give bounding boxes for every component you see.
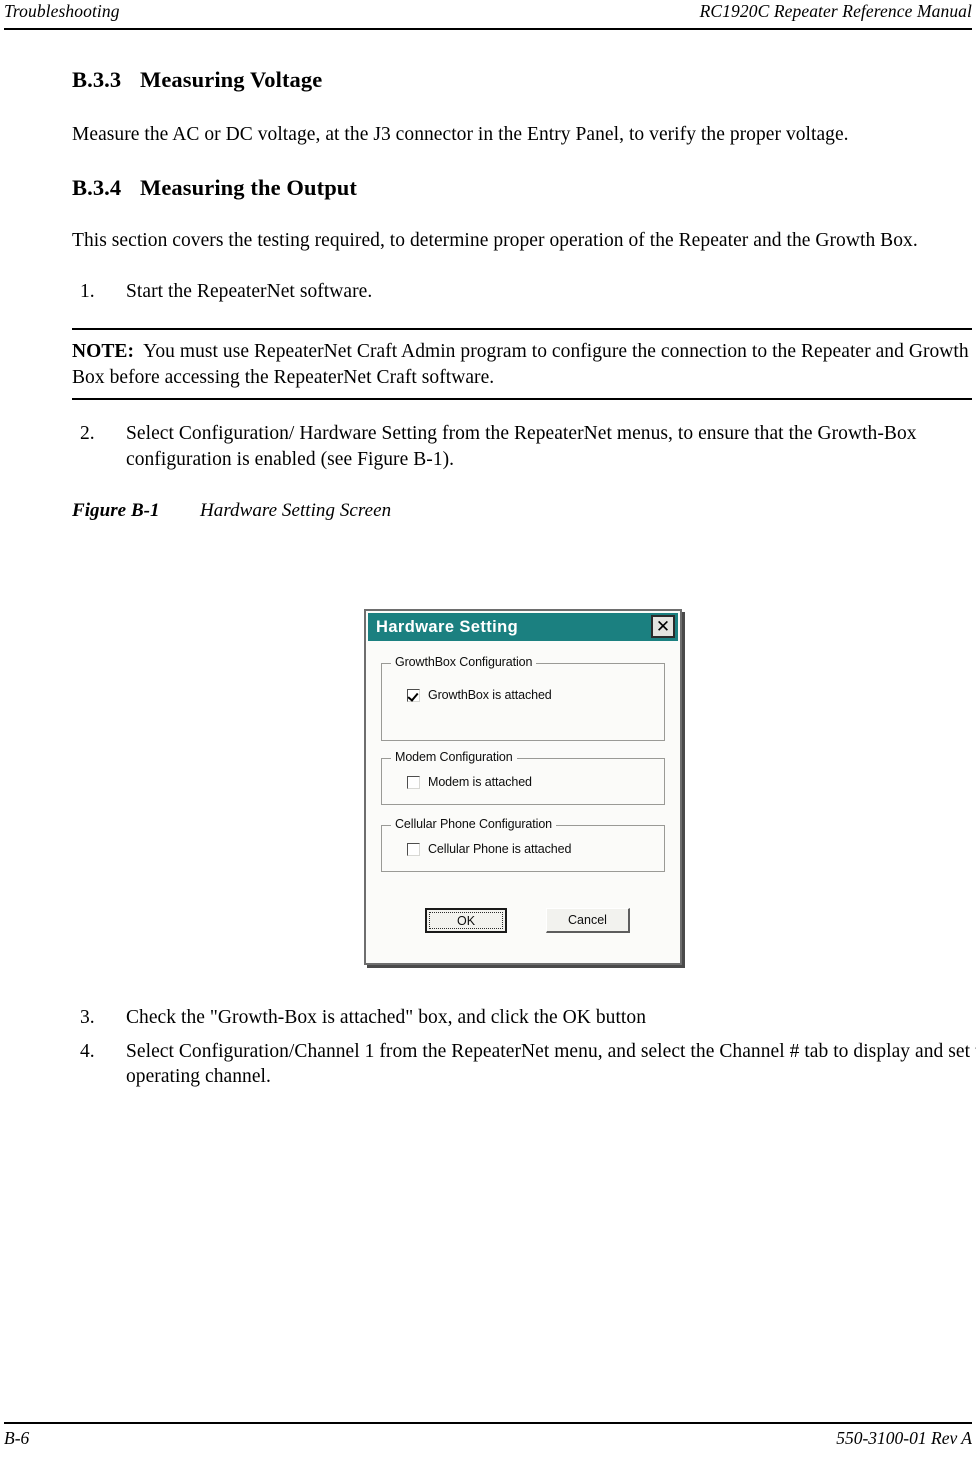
step-text-4: Select Configuration/Channel 1 from the … [126, 1040, 976, 1088]
ok-button[interactable]: OK [425, 908, 507, 933]
checkbox-row-growthbox[interactable]: GrowthBox is attached [407, 688, 552, 702]
checkbox-row-cellular[interactable]: Cellular Phone is attached [407, 842, 571, 856]
hardware-setting-dialog: Hardware Setting ✕ GrowthBox Configurati… [364, 609, 682, 965]
footer-rule [4, 1422, 972, 1424]
footer-document-number: 550-3100-01 Rev A [836, 1428, 972, 1448]
dialog-body: GrowthBox Configuration GrowthBox is att… [368, 643, 678, 963]
step-number-4: 4. [80, 1040, 95, 1062]
checkbox-label-growthbox: GrowthBox is attached [428, 688, 552, 702]
section-number-b33: B.3.3 [72, 67, 122, 92]
figure-number: Figure B-1 [72, 500, 160, 522]
cancel-button[interactable]: Cancel [546, 908, 630, 933]
figure-caption: Figure B-1 Hardware Setting Screen [72, 500, 972, 522]
list-item-step-2: 2. Select Configuration/ Hardware Setting… [72, 421, 976, 472]
groupbox-growthbox-configuration: GrowthBox Configuration GrowthBox is att… [381, 655, 665, 741]
step-text-1: Start the RepeaterNet software. [126, 281, 373, 303]
dialog-title: Hardware Setting [376, 617, 519, 636]
list-item-step-4: 4. Select Configuration/Channel 1 from th… [72, 1039, 976, 1090]
groupbox-label-growthbox: GrowthBox Configuration [391, 655, 537, 669]
section-title-b34: Measuring the Output [140, 174, 358, 200]
page-content-after-figure: 3. Check the "Growth-Box is attached" box… [72, 1005, 976, 1090]
figure-title: Hardware Setting Screen [200, 500, 392, 522]
page-content: B.3.3 Measuring Voltage Measure the AC or… [72, 0, 972, 522]
checkbox-label-cellular: Cellular Phone is attached [428, 842, 572, 856]
note-body: NOTE: You must use RepeaterNet Craft Adm… [72, 330, 972, 398]
section-heading-b34: B.3.4 Measuring the Output [72, 174, 972, 201]
cancel-button-label: Cancel [568, 913, 607, 927]
list-item-step-3: 3. Check the "Growth-Box is attached" box… [72, 1005, 976, 1031]
note-text: You must use RepeaterNet Craft Admin pro… [72, 341, 969, 388]
step-number-2: 2. [80, 422, 95, 444]
checkbox-label-modem: Modem is attached [428, 775, 532, 789]
groupbox-label-modem: Modem Configuration [391, 750, 517, 764]
step-number-3: 3. [80, 1007, 95, 1028]
step-text-3: Check the "Growth-Box is attached" box, … [126, 1007, 646, 1028]
section-heading-b33: B.3.3 Measuring Voltage [72, 67, 972, 93]
close-icon[interactable]: ✕ [651, 615, 675, 638]
paragraph-b33: Measure the AC or DC voltage, at the J3 … [72, 123, 849, 145]
footer-page-number: B-6 [4, 1428, 30, 1448]
section-number-b34: B.3.4 [72, 174, 122, 200]
step-text-2: Select Configuration/ Hardware Setting f… [126, 422, 917, 470]
note-rule-bottom [72, 397, 972, 400]
checkbox-modem-attached[interactable] [407, 775, 420, 789]
checkbox-row-modem[interactable]: Modem is attached [407, 775, 532, 789]
groupbox-label-cellular: Cellular Phone Configuration [391, 817, 557, 831]
note-block: NOTE: You must use RepeaterNet Craft Adm… [72, 328, 972, 400]
paragraph-b34: This section covers the testing required… [72, 230, 918, 252]
ok-button-label: OK [429, 912, 503, 929]
groupbox-cellular-phone-configuration: Cellular Phone Configuration Cellular Ph… [381, 817, 665, 872]
list-item-step-1: 1. Start the RepeaterNet software. [72, 279, 972, 305]
section-title-b33: Measuring Voltage [140, 67, 323, 92]
groupbox-modem-configuration: Modem Configuration Modem is attached [381, 750, 665, 805]
step-number-1: 1. [80, 281, 95, 303]
checkbox-cellular-attached[interactable] [407, 842, 420, 856]
figure-image-hardware-setting: Hardware Setting ✕ GrowthBox Configurati… [364, 609, 686, 969]
dialog-titlebar: Hardware Setting ✕ [368, 613, 678, 641]
checkbox-growthbox-attached[interactable] [407, 688, 420, 702]
note-label: NOTE: [72, 341, 135, 363]
